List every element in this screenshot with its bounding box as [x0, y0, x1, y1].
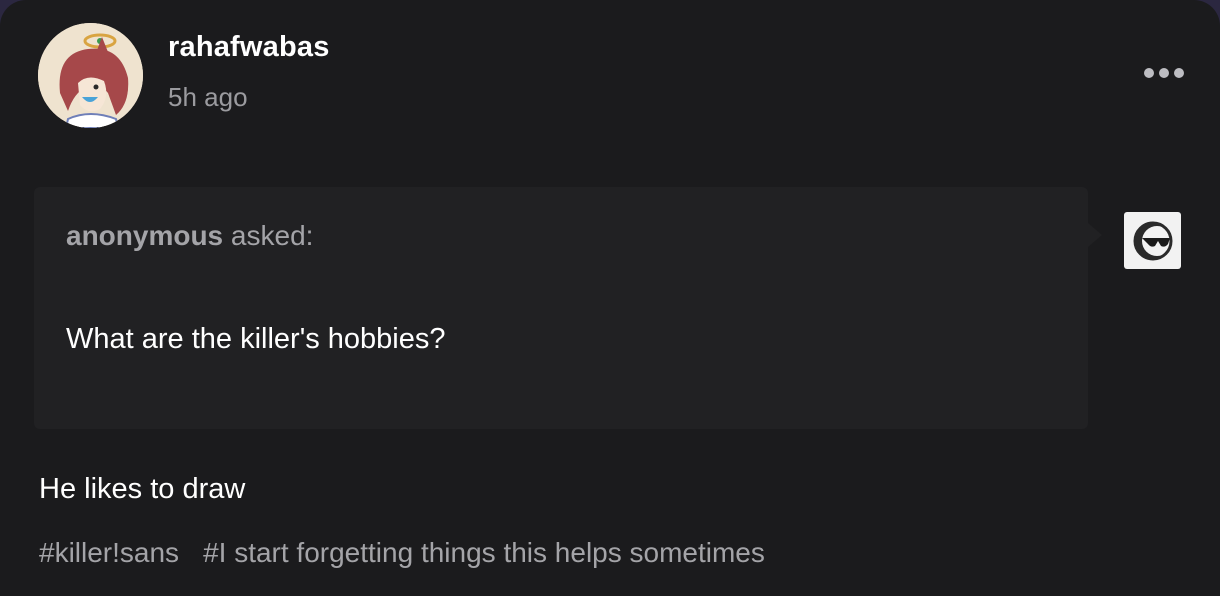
post-timestamp[interactable]: 5h ago	[168, 82, 248, 113]
ask-box: anonymous asked: What are the killer's h…	[34, 187, 1102, 429]
more-options-icon-dot	[1159, 68, 1169, 78]
post-tags: #killer!sans #I start forgetting things …	[39, 537, 765, 569]
anonymous-avatar	[1124, 212, 1181, 269]
tag-link[interactable]: #I start forgetting things this helps so…	[203, 537, 765, 569]
more-options-icon	[1144, 68, 1154, 78]
more-options-button[interactable]	[1136, 56, 1192, 90]
user-avatar[interactable]	[38, 23, 143, 128]
asked-label: asked:	[230, 220, 314, 251]
post-username[interactable]: rahafwabas	[168, 31, 330, 64]
post-card: rahafwabas 5h ago anonymous asked: What …	[0, 0, 1220, 596]
asker-line: anonymous asked:	[66, 220, 313, 252]
tag-link[interactable]: #killer!sans	[39, 537, 179, 569]
anonymous-sunglasses-icon	[1133, 221, 1172, 260]
more-options-icon-dot	[1174, 68, 1184, 78]
avatar-illustration	[38, 23, 143, 128]
question-text: What are the killer's hobbies?	[66, 323, 446, 355]
asker-name: anonymous	[66, 220, 224, 251]
answer-text: He likes to draw	[39, 473, 246, 505]
